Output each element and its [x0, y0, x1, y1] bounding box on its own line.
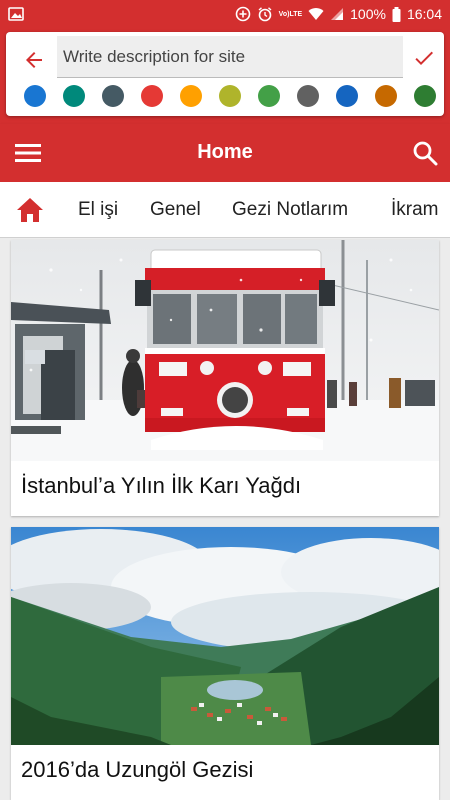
home-icon — [17, 198, 43, 222]
category-tabs: El işi Genel Gezi Notlarım İkram — [0, 182, 450, 238]
post-title: 2016’da Uzungöl Gezisi — [21, 757, 254, 782]
tab-genel[interactable]: Genel — [150, 199, 201, 221]
page-title: Home — [197, 141, 253, 163]
color-swatch[interactable] — [258, 85, 280, 107]
tab-ikram[interactable]: İkram — [391, 199, 439, 221]
search-button[interactable] — [408, 136, 442, 170]
tab-home[interactable] — [14, 195, 46, 225]
data-saver-icon — [235, 6, 251, 22]
app-toolbar: Home — [0, 124, 450, 182]
color-swatch[interactable] — [414, 85, 436, 107]
clock: 16:04 — [406, 6, 442, 22]
color-swatch[interactable] — [336, 85, 358, 107]
volte-icon: Vo) LTE — [279, 11, 302, 18]
color-swatch[interactable] — [63, 85, 85, 107]
color-swatch[interactable] — [102, 85, 124, 107]
volte-label-bottom: LTE — [289, 10, 303, 18]
color-swatch[interactable] — [141, 85, 163, 107]
arrow-back-icon — [26, 52, 42, 68]
post-card[interactable]: 2016’da Uzungöl Gezisi — [11, 527, 439, 800]
tab-gezi-notlarim[interactable]: Gezi Notlarım — [232, 199, 348, 221]
post-card[interactable]: İstanbul’a Yılın İlk Karı Yağdı — [11, 240, 439, 516]
wifi-icon — [308, 7, 324, 21]
check-icon — [415, 51, 433, 65]
confirm-button[interactable] — [406, 40, 442, 76]
battery-icon — [392, 6, 401, 22]
back-button[interactable] — [16, 42, 52, 78]
gallery-notification-icon — [8, 7, 24, 21]
post-image-snowy-tram — [11, 240, 439, 461]
color-swatch[interactable] — [297, 85, 319, 107]
battery-percent: 100% — [350, 6, 386, 22]
search-icon — [413, 141, 438, 166]
color-swatch[interactable] — [219, 85, 241, 107]
description-input[interactable] — [57, 36, 403, 78]
color-swatch[interactable] — [375, 85, 397, 107]
post-image-mountain-lake — [11, 527, 439, 745]
site-description-card — [6, 32, 444, 116]
status-bar: Vo) LTE 100% 16:04 — [0, 0, 450, 28]
color-swatch[interactable] — [24, 85, 46, 107]
color-picker — [24, 85, 436, 111]
volte-label-top: Vo) — [278, 10, 290, 18]
color-swatch[interactable] — [180, 85, 202, 107]
alarm-icon — [257, 6, 273, 22]
post-title: İstanbul’a Yılın İlk Karı Yağdı — [21, 473, 302, 498]
signal-icon — [330, 7, 344, 21]
tab-el-isi[interactable]: El işi — [78, 199, 118, 221]
